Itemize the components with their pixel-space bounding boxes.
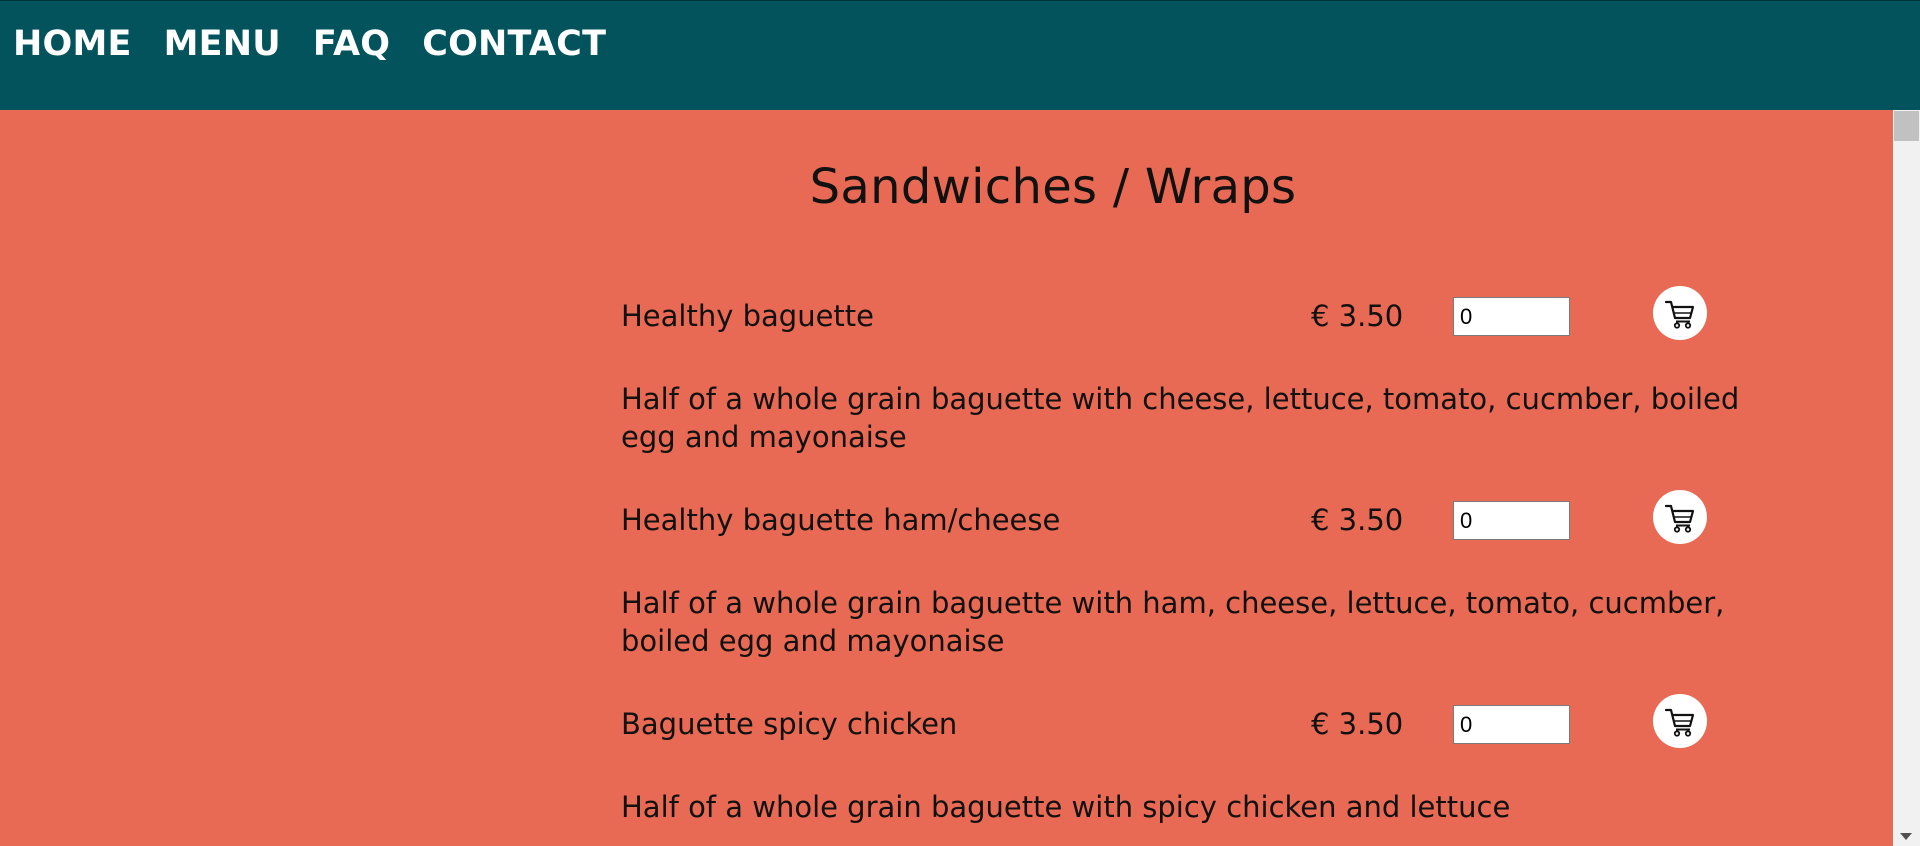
- quantity-input[interactable]: [1453, 501, 1570, 540]
- add-to-cart-button[interactable]: [1653, 490, 1707, 544]
- nav-links: HOME MENU FAQ CONTACT: [13, 21, 606, 67]
- nav-link-home[interactable]: HOME: [13, 21, 132, 67]
- section-title: Sandwiches / Wraps: [809, 159, 1297, 215]
- item-price: € 3.50: [1311, 707, 1404, 741]
- item-description: Half of a whole grain baguette with chee…: [621, 382, 1740, 454]
- shopping-cart-icon: [1664, 300, 1695, 329]
- add-to-cart-button[interactable]: [1653, 694, 1707, 748]
- menu-content: Sandwiches / Wraps Healthy baguette € 3.…: [0, 110, 1893, 846]
- nav-link-faq[interactable]: FAQ: [313, 21, 390, 67]
- quantity-input[interactable]: [1453, 705, 1570, 744]
- add-to-cart-button[interactable]: [1653, 286, 1707, 340]
- vertical-scrollbar[interactable]: [1893, 110, 1920, 846]
- top-navigation-bar: HOME MENU FAQ CONTACT: [0, 0, 1920, 110]
- nav-link-menu[interactable]: MENU: [164, 21, 281, 67]
- shopping-cart-icon: [1664, 504, 1695, 533]
- item-name: Healthy baguette ham/cheese: [621, 503, 1061, 537]
- item-description: Half of a whole grain baguette with ham,…: [621, 586, 1725, 658]
- quantity-input[interactable]: [1453, 297, 1570, 336]
- shopping-cart-icon: [1664, 708, 1695, 737]
- item-price: € 3.50: [1311, 503, 1404, 537]
- item-price: € 3.50: [1311, 299, 1404, 333]
- item-name: Healthy baguette: [621, 299, 874, 333]
- item-description: Half of a whole grain baguette with spic…: [621, 790, 1511, 824]
- item-name: Baguette spicy chicken: [621, 707, 958, 741]
- nav-link-contact[interactable]: CONTACT: [422, 21, 606, 67]
- scrollbar-thumb[interactable]: [1894, 111, 1919, 141]
- scroll-down-arrow-icon[interactable]: [1900, 833, 1912, 840]
